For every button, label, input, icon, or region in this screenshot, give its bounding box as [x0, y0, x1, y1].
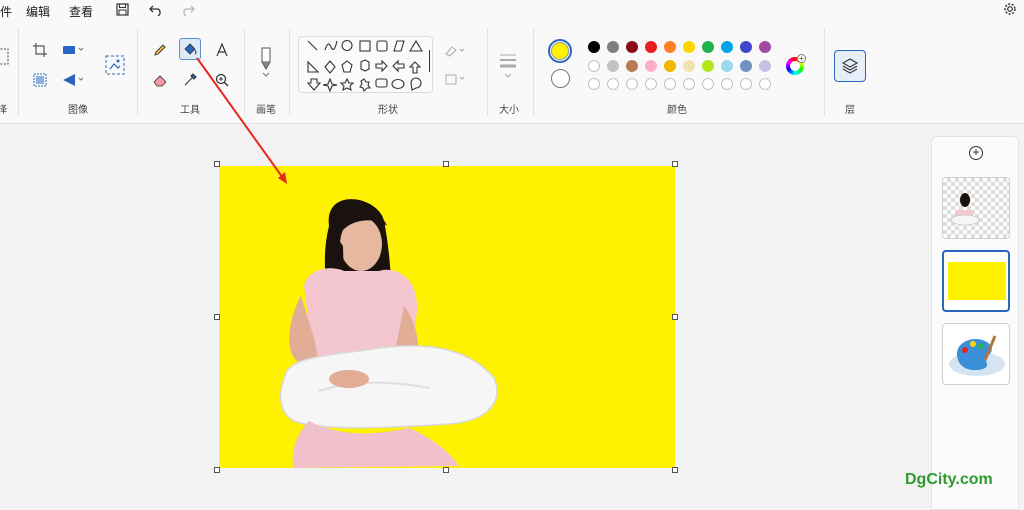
layers-panel: + — [931, 136, 1019, 510]
add-layer-button[interactable]: + — [969, 146, 983, 160]
watermark: DgCity.com — [905, 471, 993, 488]
yellow-layer-preview — [948, 262, 1006, 300]
layer-thumb-photo[interactable] — [942, 177, 1010, 239]
layer-thumb-yellow[interactable] — [942, 250, 1010, 312]
layer-thumb-paint-icon[interactable] — [942, 323, 1010, 385]
annotation-arrow — [196, 57, 287, 184]
